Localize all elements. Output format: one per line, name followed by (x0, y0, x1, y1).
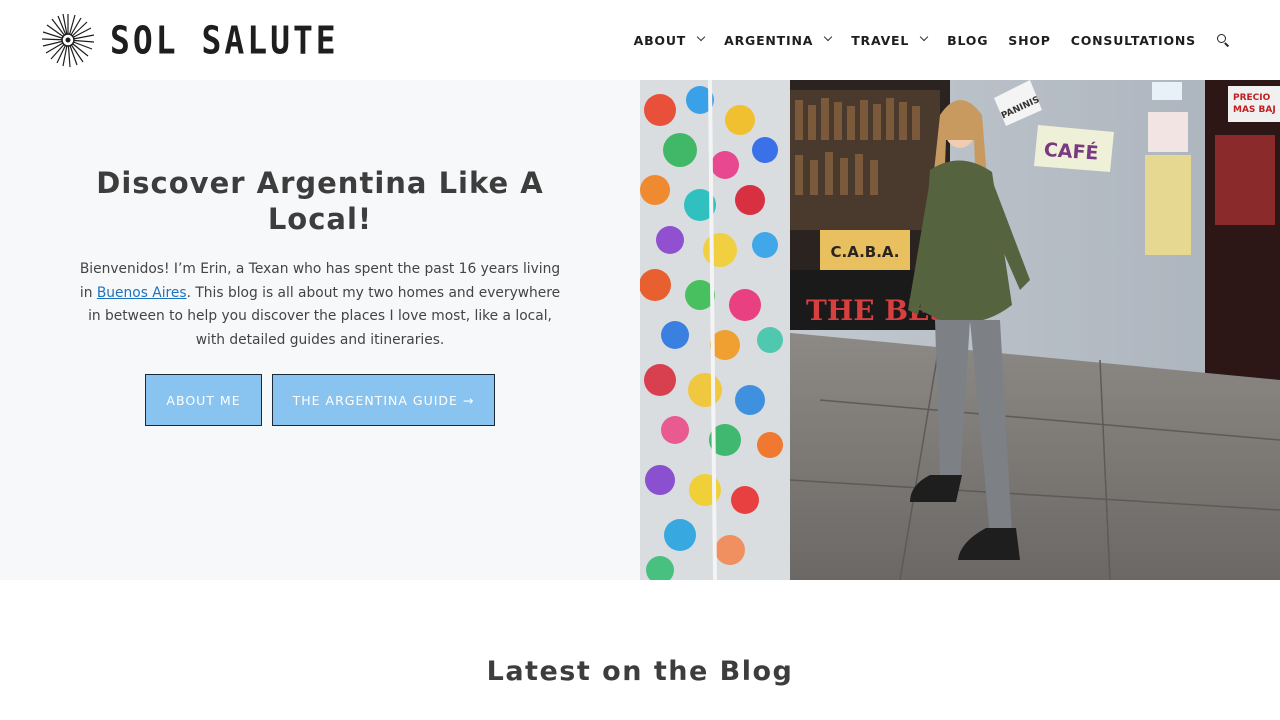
nav-item-travel[interactable]: TRAVEL (851, 32, 929, 48)
nav-item-label: ABOUT (633, 32, 687, 48)
logo-text: SOL SALUTE (110, 17, 339, 63)
nav-item-label: BLOG (947, 32, 989, 48)
search-icon[interactable] (1216, 33, 1230, 47)
main-nav: ABOUT ARGENTINA TRAVEL BLOG SHOP CONSULT… (634, 0, 1230, 80)
latest-blog-heading: Latest on the Blog (486, 656, 794, 687)
nav-item-blog[interactable]: BLOG (947, 33, 988, 48)
argentina-guide-button[interactable]: THE ARGENTINA GUIDE → (272, 374, 495, 426)
nav-item-shop[interactable]: SHOP (1008, 33, 1050, 48)
nav-item-about[interactable]: ABOUT (633, 32, 706, 48)
nav-item-consultations[interactable]: CONSULTATIONS (1071, 33, 1196, 48)
site-header: SOL SALUTE ABOUT ARGENTINA TRAVEL BLOG S… (0, 0, 1280, 80)
site-logo[interactable]: SOL SALUTE (40, 12, 339, 68)
precio-sign: PRECIO (1233, 93, 1271, 103)
about-me-button[interactable]: ABOUT ME (145, 374, 262, 426)
sun-logo-icon (41, 13, 95, 68)
nav-item-label: TRAVEL (851, 32, 910, 48)
hero-photo: C.A.B.A. THE BEST PRECIO MAS BAJ PANINIS… (640, 80, 1280, 580)
nav-item-argentina[interactable]: ARGENTINA (724, 32, 833, 48)
hero-title: Discover Argentina Like A Local! (96, 166, 544, 236)
hero-intro-text: Bienvenidos! I’m Erin, a Texan who has s… (78, 258, 562, 352)
buenos-aires-link[interactable]: Buenos Aires (97, 285, 187, 301)
cafe-sign: CAFÉ (1043, 138, 1099, 165)
chevron-down-icon (696, 32, 706, 42)
nav-item-label: ARGENTINA (724, 32, 814, 48)
chevron-down-icon (823, 32, 833, 42)
mas-bajo-sign: MAS BAJ (1233, 105, 1276, 115)
street-scene-photo: C.A.B.A. THE BEST PRECIO MAS BAJ PANINIS… (640, 80, 1280, 580)
caba-sign: C.A.B.A. (830, 243, 899, 261)
chevron-down-icon (919, 32, 929, 42)
nav-item-label: SHOP (1008, 32, 1051, 48)
nav-item-label: CONSULTATIONS (1070, 32, 1196, 48)
